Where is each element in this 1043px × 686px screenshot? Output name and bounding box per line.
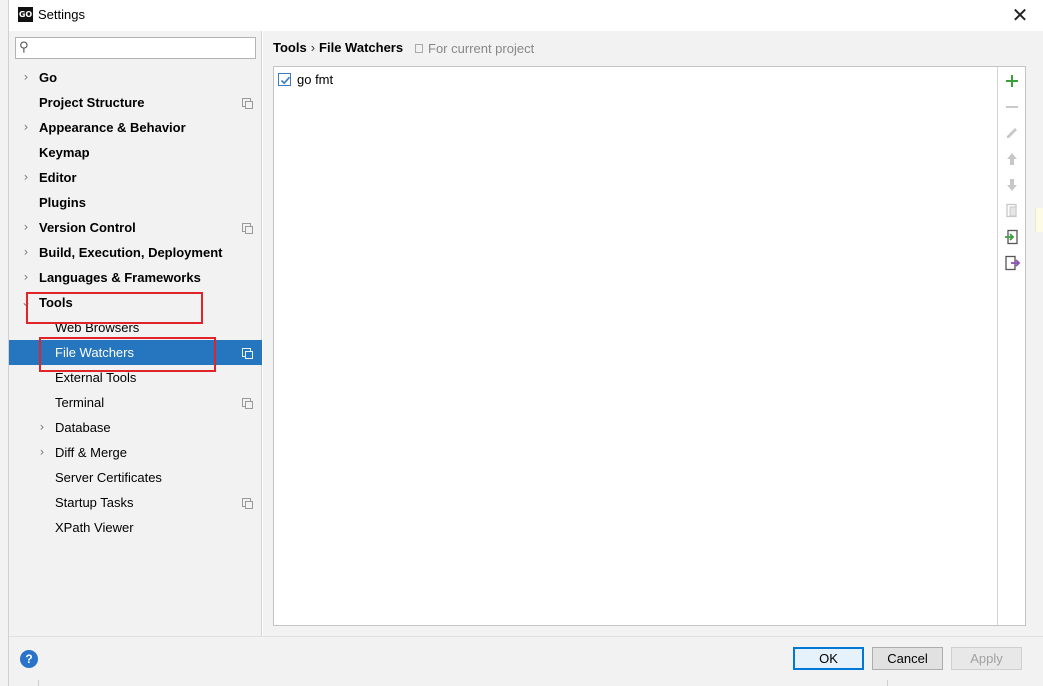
sidebar-item-label: Version Control (39, 220, 136, 235)
chevron-right-icon[interactable]: › (36, 440, 48, 465)
chevron-right-icon[interactable]: › (36, 415, 48, 440)
move-up-icon[interactable] (1003, 150, 1021, 168)
file-watchers-page: Tools › File Watchers For current project … (263, 31, 1043, 636)
ok-button[interactable]: OK (793, 647, 864, 670)
chevron-right-icon[interactable]: › (20, 215, 32, 240)
sidebar-item-keymap[interactable]: Keymap (9, 140, 262, 165)
move-down-icon[interactable] (1003, 176, 1021, 194)
sidebar-item-go[interactable]: › Go (9, 65, 262, 90)
watchers-panel: go fmt (273, 66, 1026, 626)
sidebar-item-label: Keymap (39, 145, 90, 160)
remove-icon[interactable] (1003, 98, 1021, 116)
sidebar-item-label: Terminal (55, 395, 105, 410)
edit-icon[interactable] (1003, 124, 1021, 142)
sidebar-item-database[interactable]: › Database (9, 415, 262, 440)
project-level-icon (242, 348, 253, 359)
annotation-highlight-file-watchers (39, 337, 216, 372)
scope-label: For current project (428, 41, 535, 56)
sidebar-item-label: Editor (39, 170, 77, 185)
sidebar-item-label: Languages & Frameworks (39, 270, 201, 285)
sidebar-item-label: Project Structure (39, 95, 145, 110)
breadcrumb: Tools › File Watchers (273, 40, 403, 55)
settings-sidebar: ⚲ › Go Project Structure › Appearance & Beha… (9, 31, 262, 636)
sidebar-item-startup-tasks[interactable]: Startup Tasks (9, 490, 262, 515)
project-level-icon (242, 498, 253, 509)
watcher-name: go fmt (297, 72, 334, 87)
watchers-list: go fmt (274, 67, 998, 625)
project-scope-icon (415, 44, 423, 53)
project-level-icon (242, 223, 253, 234)
chevron-right-icon[interactable]: › (20, 265, 32, 290)
cancel-button[interactable]: Cancel (872, 647, 943, 670)
sidebar-item-diff-merge[interactable]: › Diff & Merge (9, 440, 262, 465)
sidebar-item-version-control[interactable]: › Version Control (9, 215, 262, 240)
import-icon[interactable] (1003, 228, 1021, 246)
add-icon[interactable] (1003, 72, 1021, 90)
breadcrumb-separator: › (310, 40, 316, 55)
sidebar-item-label: Startup Tasks (55, 495, 134, 510)
sidebar-item-project-structure[interactable]: Project Structure (9, 90, 262, 115)
sidebar-item-plugins[interactable]: Plugins (9, 190, 262, 215)
help-icon[interactable]: ? (20, 650, 38, 668)
apply-button[interactable]: Apply (951, 647, 1022, 670)
background-window-edge-right (1035, 208, 1043, 232)
background-window-edge (0, 0, 8, 686)
search-input[interactable] (38, 40, 250, 56)
chevron-right-icon[interactable]: › (20, 240, 32, 265)
dialog-footer: ? OK Cancel Apply (9, 636, 1043, 686)
sidebar-item-label: Database (55, 420, 111, 435)
window-title: Settings (38, 7, 85, 22)
sidebar-item-xpath-viewer[interactable]: XPath Viewer (9, 515, 262, 540)
sidebar-item-label: Go (39, 70, 58, 85)
settings-search[interactable]: ⚲ (15, 37, 256, 59)
export-icon[interactable] (1003, 254, 1021, 272)
breadcrumb-parent: Tools (273, 40, 307, 55)
project-level-icon (242, 98, 253, 109)
window-bottom-edge (38, 680, 888, 686)
search-icon: ⚲ (19, 40, 29, 55)
sidebar-item-editor[interactable]: › Editor (9, 165, 262, 190)
sidebar-item-build-execution-deployment[interactable]: › Build, Execution, Deployment (9, 240, 262, 265)
copy-icon[interactable] (1003, 202, 1021, 220)
chevron-right-icon[interactable]: › (20, 115, 32, 140)
chevron-right-icon[interactable]: › (20, 165, 32, 190)
settings-dialog: GO Settings ✕ ⚲ › Go Project Structure › App… (8, 0, 1043, 686)
watchers-toolbar (997, 67, 1025, 625)
title-bar: GO Settings ✕ (9, 0, 1043, 31)
sidebar-item-label: Appearance & Behavior (39, 120, 186, 135)
sidebar-item-server-certificates[interactable]: Server Certificates (9, 465, 262, 490)
sidebar-item-terminal[interactable]: Terminal (9, 390, 262, 415)
chevron-right-icon[interactable]: › (20, 65, 32, 90)
goland-app-icon: GO (18, 7, 33, 22)
sidebar-item-label: Diff & Merge (55, 445, 128, 460)
sidebar-item-languages-frameworks[interactable]: › Languages & Frameworks (9, 265, 262, 290)
sidebar-item-label: Build, Execution, Deployment (39, 245, 223, 260)
close-button[interactable]: ✕ (1009, 4, 1031, 26)
watcher-enabled-checkbox[interactable] (278, 73, 291, 86)
sidebar-item-label: Plugins (39, 195, 86, 210)
annotation-highlight-tools (26, 292, 203, 324)
breadcrumb-current: File Watchers (319, 40, 404, 55)
scope-indicator: For current project (415, 41, 534, 56)
sidebar-item-label: XPath Viewer (55, 520, 134, 535)
sidebar-item-label: Server Certificates (55, 470, 162, 485)
project-level-icon (242, 398, 253, 409)
sidebar-item-appearance-behavior[interactable]: › Appearance & Behavior (9, 115, 262, 140)
